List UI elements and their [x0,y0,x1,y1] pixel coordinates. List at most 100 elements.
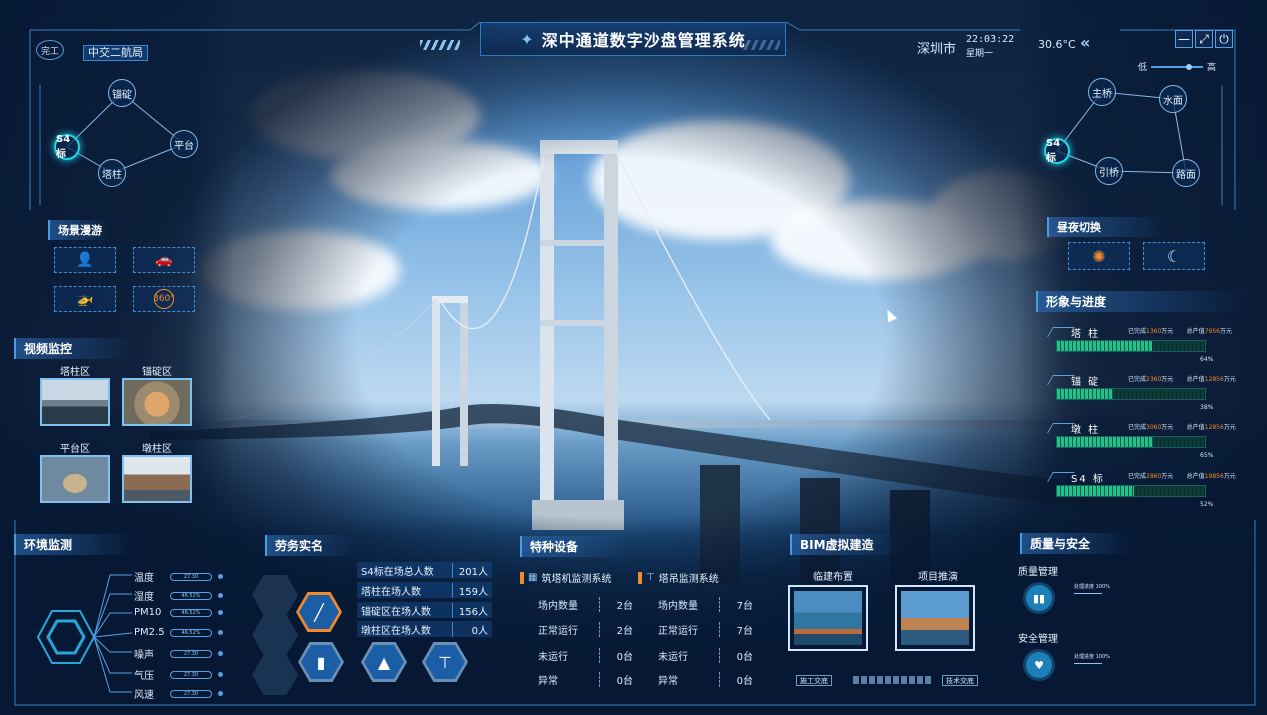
env-value: 27.30 [170,572,212,581]
node-water[interactable]: 水面 [1159,85,1187,113]
brightness-high-label: 高 [1207,63,1217,73]
brightness-track[interactable] [1151,63,1204,70]
night-mode-button[interactable]: ☾ [1143,242,1205,270]
eq-value: 2台 [599,622,633,637]
progress-info: 已完成1360万元 总产值7956万元 [1128,326,1232,335]
header-decoration [420,40,460,50]
env-row: 湿度 46.52% [134,588,223,603]
progress-value: 100% [1095,584,1110,590]
total-prefix: 总产值 [1186,376,1205,383]
car-view-button[interactable]: 🚗 [133,247,195,273]
node-anchor[interactable]: 锚碇 [108,79,136,107]
labor-row: 锚碇区在场人数 156人 [357,602,492,618]
panorama-button[interactable]: 360° [133,286,195,312]
status-badge: 完工 [36,40,64,60]
eq-label: 未运行 [538,652,568,663]
unit: 万元 [1161,328,1174,335]
eq-label: 场内数量 [538,601,578,612]
eq-row: 正常运行 7台 [658,622,753,637]
tower-crane-system: ⊤ 塔吊监测系统 [638,570,719,585]
quality-progress-label: 处理进度 100% [1074,583,1110,590]
env-row: 风速 27.30 [134,686,223,701]
page-title: 深中通道数字沙盘管理系统 [541,31,746,50]
technical-briefing-button[interactable]: 技术交底 [942,675,978,686]
construction-briefing-button[interactable]: 施工交底 [796,675,832,686]
eq-row: 异常 0台 [538,672,633,687]
safety-icon[interactable]: ♥ [1026,652,1052,678]
camera-feed-anchor[interactable] [122,378,192,426]
bim-temporary-layout[interactable] [788,585,868,651]
env-row: 温度 27.30 [134,569,223,584]
video-title: 视频监控 [14,338,134,359]
collapse-icon[interactable]: « [1080,33,1090,52]
total-value: 7956 [1204,328,1220,335]
unit: 万元 [1223,376,1236,383]
progress-info: 已完成2360万元 总产值12856万元 [1128,374,1236,383]
env-dot [218,651,223,656]
progress-fill [1057,341,1152,351]
eq-value: 0台 [599,672,633,687]
tower-crane-icon: ⊤ [646,572,655,583]
total-value: 12856 [1204,424,1224,431]
quality-icon[interactable]: ▮▮ [1026,585,1052,611]
cam-label: 塔柱区 [60,367,90,378]
labor-row: S4标在场总人数 201人 [357,562,492,578]
person-view-button[interactable]: 👤 [54,247,116,273]
done-prefix: 已完成 [1128,376,1147,383]
node-platform[interactable]: 平台 [170,130,198,158]
person-icon: 👤 [76,252,94,268]
env-label: PM2.5 [134,627,165,638]
env-value: 27.30 [170,649,212,658]
node-tower[interactable]: 塔柱 [98,159,126,187]
360-icon: 360° [153,289,175,309]
node-s4[interactable]: S4标 [1044,138,1070,164]
eq-label: 正常运行 [658,626,698,637]
window-controls: — ⤢ ⏻ [1175,30,1233,48]
brightness-slider[interactable]: 低 高 [1138,60,1216,73]
total-value: 19856 [1204,473,1224,480]
bim-project-simulation[interactable] [895,585,975,651]
node-label: 平台 [174,140,194,152]
env-dot [218,672,223,677]
eq-value: 0台 [719,648,753,663]
labor-value: 0人 [452,621,488,637]
progress-track [1056,340,1206,352]
progress-track [1056,388,1206,400]
camera-feed-pier[interactable] [122,455,192,503]
weekday: 星期一 [966,49,994,59]
eq-value: 7台 [719,622,753,637]
eq-value: 7台 [719,597,753,612]
eq-value: 0台 [719,672,753,687]
total-value: 12856 [1204,376,1224,383]
system-name: 筑塔机监测系统 [541,574,612,585]
brightness-handle[interactable] [1185,63,1192,70]
unit: 万元 [1223,424,1236,431]
minimize-icon[interactable]: — [1175,30,1193,48]
progress-label: 处理进度 [1074,584,1095,590]
power-icon[interactable]: ⏻ [1215,30,1233,48]
org-selector[interactable]: 中交二航局 [83,45,148,61]
node-s4[interactable]: S4标 [54,134,80,160]
env-value: 46.52% [170,628,212,637]
divider [1074,593,1102,594]
node-approach[interactable]: 引桥 [1095,157,1123,185]
node-label: S4标 [56,134,71,160]
node-road[interactable]: 路面 [1172,159,1200,187]
fullscreen-icon[interactable]: ⤢ [1195,30,1213,48]
system-name: 塔吊监测系统 [658,574,719,585]
camera-feed-platform[interactable] [40,455,110,503]
eq-label: 异常 [538,676,558,687]
node-label: 路面 [1176,169,1196,181]
eq-row: 异常 0台 [658,672,753,687]
progress-name: 锚 碇 [1071,377,1101,388]
done-value: 1360 [1146,328,1162,335]
camera-feed-tower[interactable] [40,378,110,426]
labor-value: 156人 [452,602,488,618]
node-main-bridge[interactable]: 主桥 [1088,78,1116,106]
day-mode-button[interactable]: ✺ [1068,242,1130,270]
labor-value: 159人 [452,582,488,598]
env-dot [218,593,223,598]
progress-title: 形象与进度 [1036,291,1246,312]
helicopter-view-button[interactable]: 🚁 [54,286,116,312]
labor-row: 塔柱在场人数 159人 [357,582,492,598]
